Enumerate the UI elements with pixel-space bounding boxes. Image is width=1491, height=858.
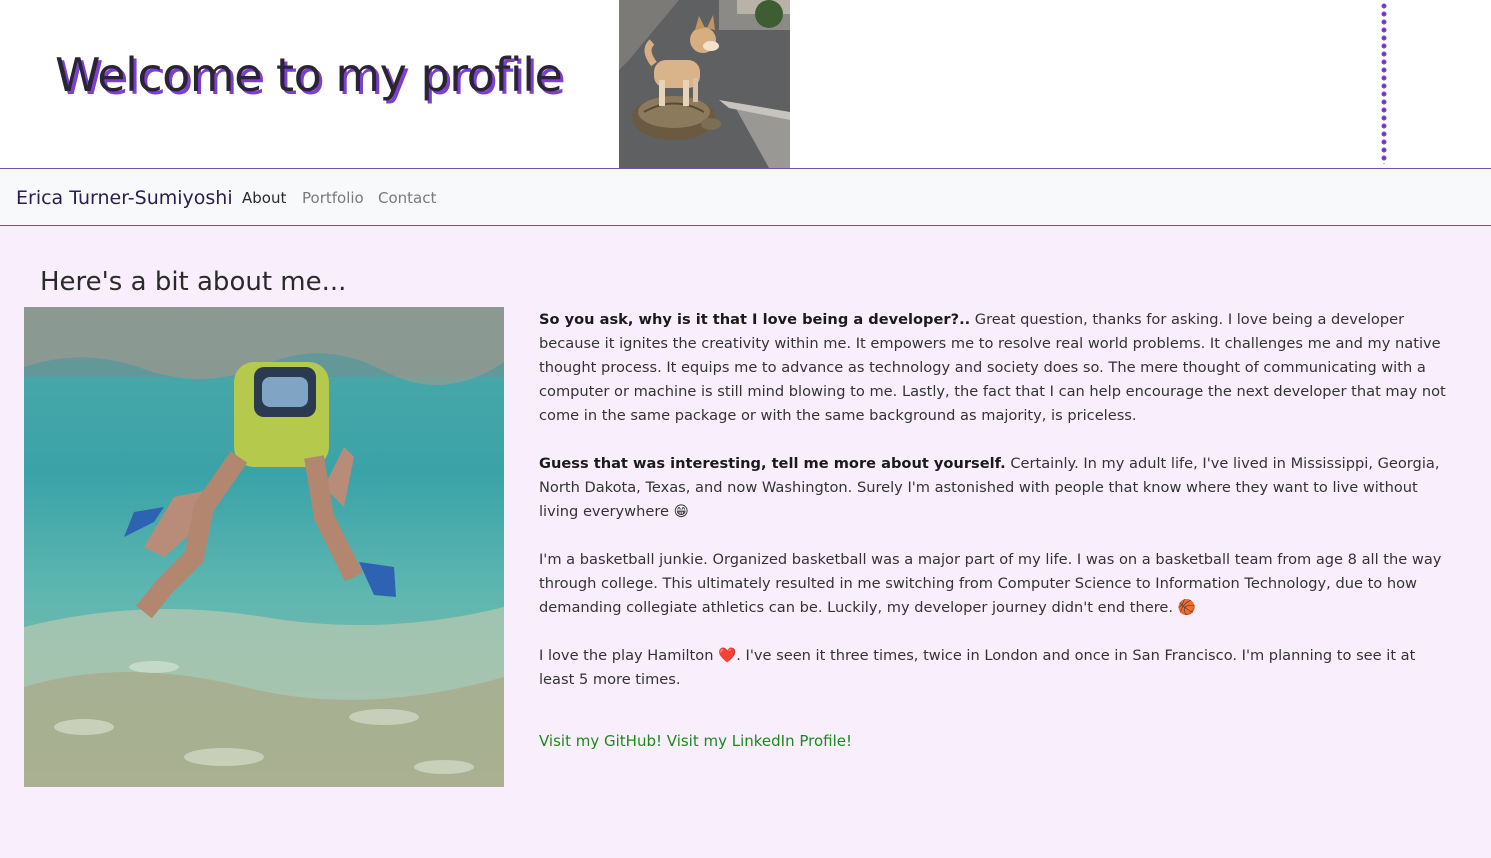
paragraph-hamilton: I love the play Hamilton ❤️. I've seen i… [539,644,1451,692]
navbar: Erica Turner-Sumiyoshi About Portfolio C… [0,168,1491,226]
header-banner: Welcome to my profile [0,0,1491,168]
paragraph-why-developer: So you ask, why is it that I love being … [539,308,1451,428]
dog-on-tortoise-photo [619,0,790,168]
about-content: So you ask, why is it that I love being … [539,308,1451,716]
dotted-divider [1381,2,1387,164]
grinning-face-icon: 😁 [673,503,689,520]
social-links: Visit my GitHub! Visit my LinkedIn Profi… [539,732,852,750]
about-heading: Here's a bit about me... [40,267,347,297]
paragraph-hamilton-body-a: I love the play Hamilton [539,647,719,664]
snorkel-photo [24,307,504,787]
basketball-icon: 🏀 [1177,599,1196,616]
nav-link-contact[interactable]: Contact [378,189,436,207]
paragraph-about-yourself-lead: Guess that was interesting, tell me more… [539,455,1006,472]
paragraph-basketball-body: I'm a basketball junkie. Organized baske… [539,551,1442,616]
page-title: Welcome to my profile [55,48,563,102]
github-link[interactable]: Visit my GitHub! [539,732,662,750]
linkedin-link[interactable]: Visit my LinkedIn Profile! [667,732,852,750]
nav-link-portfolio[interactable]: Portfolio [302,189,364,207]
navbar-brand[interactable]: Erica Turner-Sumiyoshi [16,187,233,209]
heart-icon: ❤️ [718,647,737,664]
paragraph-why-developer-lead: So you ask, why is it that I love being … [539,311,971,328]
paragraph-about-yourself: Guess that was interesting, tell me more… [539,452,1451,524]
paragraph-basketball: I'm a basketball junkie. Organized baske… [539,548,1451,620]
nav-link-about[interactable]: About [242,189,286,207]
